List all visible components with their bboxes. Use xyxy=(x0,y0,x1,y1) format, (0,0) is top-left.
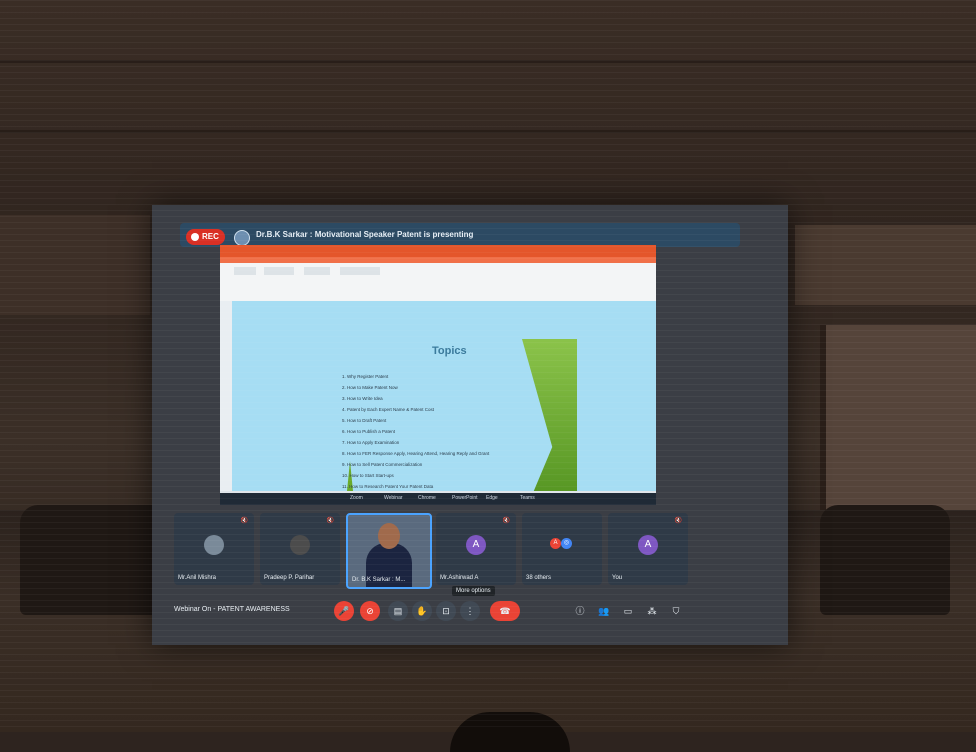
slide-thumbnails xyxy=(220,301,232,491)
active-speaker-tile[interactable]: Dr. B.K Sarkar : M... xyxy=(346,513,432,589)
taskbar-item[interactable]: Zoom xyxy=(350,495,363,503)
topic-item: 7. How to Apply Examination xyxy=(342,440,400,445)
topic-item: 4. Patent by Each Expert Name & Patent C… xyxy=(342,407,435,412)
slide-canvas: Topics 1. Why Register Patent 2. How to M… xyxy=(232,301,656,503)
meeting-controls: Webinar On - PATENT AWARENESS 🎤 ⊘ ▤ ✋ ⊡ … xyxy=(174,597,734,627)
others-avatars: A ◎ xyxy=(550,531,572,549)
activities-icon[interactable]: ⁂ xyxy=(642,601,662,621)
topic-item: 8. How to FER Response Apply, Hearing At… xyxy=(342,451,490,456)
taskbar-item[interactable]: Chrome xyxy=(418,495,436,503)
others-tile[interactable]: A ◎ 38 others xyxy=(522,513,602,585)
avatar: A xyxy=(466,535,486,555)
avatar: A xyxy=(638,535,658,555)
speaker-video xyxy=(378,523,400,549)
recording-badge: REC xyxy=(186,229,225,245)
mic-off-icon: 🔇 xyxy=(674,518,682,524)
topic-item: 5. How to Draft Patent xyxy=(342,418,387,423)
topic-item: 10. How to Start Start-ups xyxy=(342,473,394,478)
participant-tile[interactable]: A 🔇 Mr.Ashirwad A xyxy=(436,513,516,585)
meeting-title: Webinar On - PATENT AWARENESS xyxy=(174,606,290,613)
wall-band xyxy=(0,60,976,63)
end-call-icon[interactable]: ☎ xyxy=(490,601,520,621)
raise-hand-icon[interactable]: ✋ xyxy=(412,601,432,621)
participant-name: Mr.Anil Mishra xyxy=(178,575,217,581)
slide-title: Topics xyxy=(432,345,467,357)
ribbon-button xyxy=(340,267,380,275)
wall-panel-left xyxy=(0,215,150,315)
wall-band xyxy=(0,130,976,133)
mic-off-icon: 🔇 xyxy=(502,518,510,524)
participant-name: 38 others xyxy=(526,575,552,581)
avatar: ◎ xyxy=(561,538,572,549)
ribbon-button xyxy=(234,267,256,275)
mic-off-icon: 🔇 xyxy=(240,518,248,524)
taskbar-item[interactable]: Webinar xyxy=(384,495,403,503)
mic-off-icon[interactable]: 🎤 xyxy=(334,601,354,621)
people-icon[interactable]: 👥 xyxy=(594,601,614,621)
windows-taskbar: Zoom Webinar Chrome PowerPoint Edge Teams xyxy=(220,493,656,505)
ribbon-button xyxy=(264,267,294,275)
participant-name: Mr.Ashirwad A xyxy=(440,575,479,581)
topic-item: 6. How to Publish a Patent xyxy=(342,429,396,434)
participant-tile[interactable]: 🔇 Pradeep P. Parihar xyxy=(260,513,340,585)
participant-tiles: 🔇 Mr.Anil Mishra 🔇 Pradeep P. Parihar Dr… xyxy=(174,513,734,593)
info-icon[interactable]: ⓘ xyxy=(570,601,590,621)
shared-presentation: Topics 1. Why Register Patent 2. How to M… xyxy=(220,245,656,503)
presenter-status: Dr.B.K Sarkar : Motivational Speaker Pat… xyxy=(256,230,474,239)
powerpoint-ribbon xyxy=(220,263,656,301)
participant-tile[interactable]: 🔇 Mr.Anil Mishra xyxy=(174,513,254,585)
participant-name: Pradeep P. Parihar xyxy=(264,575,315,581)
green-decoration xyxy=(522,339,577,503)
captions-icon[interactable]: ▤ xyxy=(388,601,408,621)
projected-screen: REC Dr.B.K Sarkar : Motivational Speaker… xyxy=(152,205,788,645)
more-options-icon[interactable]: ⋮ xyxy=(460,601,480,621)
door xyxy=(820,325,976,525)
presenter-avatar xyxy=(234,230,250,246)
wall-panel-right xyxy=(795,225,976,305)
topic-list: 1. Why Register Patent 2. How to Make Pat… xyxy=(342,371,489,503)
host-controls-icon[interactable]: ⛉ xyxy=(666,601,686,621)
participant-name: Dr. B.K Sarkar : M... xyxy=(352,577,406,583)
audience-head xyxy=(450,712,570,752)
chair xyxy=(820,505,950,615)
mic-off-icon: 🔇 xyxy=(326,518,334,524)
topic-item: 9. How to Sell Patent Commercialization xyxy=(342,462,423,467)
participant-name: You xyxy=(612,575,623,581)
topic-item: 2. How to Make Patent Now xyxy=(342,385,398,390)
powerpoint-titlebar xyxy=(220,245,656,257)
avatar xyxy=(204,535,224,555)
camera-off-icon[interactable]: ⊘ xyxy=(360,601,380,621)
self-tile[interactable]: A 🔇 You xyxy=(608,513,688,585)
avatar: A xyxy=(550,538,561,549)
chat-icon[interactable]: ▭ xyxy=(618,601,638,621)
present-icon[interactable]: ⊡ xyxy=(436,601,456,621)
ribbon-button xyxy=(304,267,330,275)
topic-item: 3. How to Write Idea xyxy=(342,396,383,401)
taskbar-item[interactable]: PowerPoint xyxy=(452,495,478,503)
taskbar-item[interactable]: Edge xyxy=(486,495,498,503)
chair xyxy=(20,505,170,615)
taskbar-item[interactable]: Teams xyxy=(520,495,535,503)
topic-item: 1. Why Register Patent xyxy=(342,374,389,379)
avatar xyxy=(290,535,310,555)
more-options-tooltip: More options xyxy=(452,586,495,596)
